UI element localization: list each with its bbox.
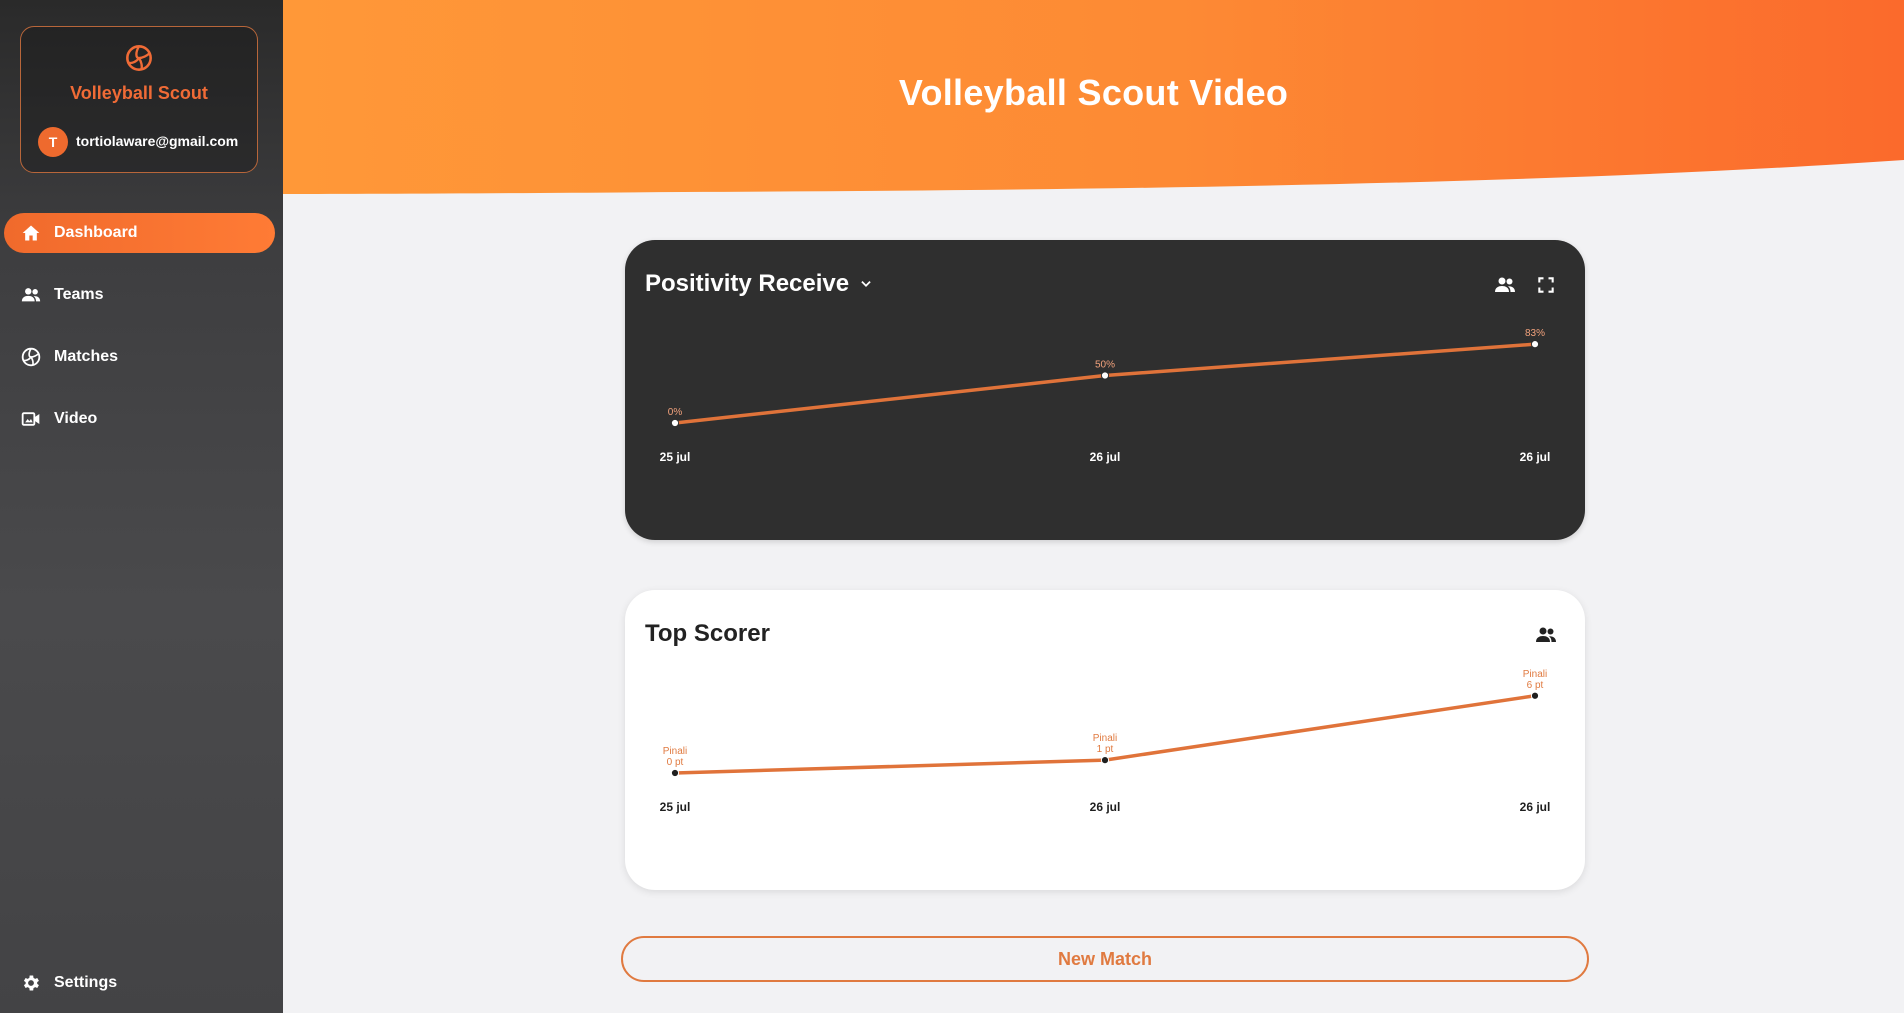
data-point	[1530, 691, 1540, 700]
data-point	[1530, 340, 1540, 349]
sidebar-item-label: Dashboard	[54, 224, 138, 241]
x-tick-label: 26 jul	[1520, 800, 1551, 814]
sidebar-item-label: Matches	[54, 348, 119, 365]
sidebar-item-settings[interactable]: Settings	[4, 963, 275, 1003]
people-icon	[20, 284, 42, 306]
data-label: 83%	[1525, 328, 1545, 339]
user-email: tortiolaware@gmail.com	[76, 133, 239, 149]
x-tick-label: 26 jul	[1520, 450, 1551, 464]
page-title: Volleyball Scout Video	[898, 72, 1289, 113]
sidebar-item-dashboard[interactable]: Dashboard	[4, 213, 275, 253]
data-point	[1100, 756, 1110, 765]
positivity-receive-chart: 0% 25 jul 50% 26 jul 83% 26 jul	[660, 328, 1551, 464]
gear-icon	[20, 972, 42, 994]
data-label: 0%	[668, 407, 683, 418]
sidebar: Volleyball Scout T tortiolaware@gmail.co…	[0, 0, 283, 1013]
new-match-button[interactable]: New Match	[621, 936, 1589, 982]
top-scorer-card: Top Scorer Pinali 0 pt 25 jul Pinali 1 pt 26 …	[625, 590, 1585, 890]
sidebar-item-teams[interactable]: Teams	[4, 275, 275, 315]
series-line	[673, 342, 1537, 425]
sidebar-item-matches[interactable]: Matches	[4, 337, 275, 377]
data-point	[670, 768, 680, 778]
home-icon	[20, 222, 42, 244]
profile-card: Volleyball Scout T tortiolaware@gmail.co…	[20, 26, 258, 173]
volleyball-icon	[126, 45, 152, 71]
x-tick-label: 26 jul	[1090, 450, 1121, 464]
settings-label: Settings	[54, 974, 118, 991]
x-tick-label: 25 jul	[660, 800, 691, 814]
top-scorer-chart: Pinali 0 pt 25 jul Pinali 1 pt 26 jul Pinali 6 …	[660, 669, 1551, 814]
sidebar-item-label: Video	[54, 410, 98, 427]
data-label: 50%	[1095, 360, 1115, 371]
sidebar-item-video[interactable]: Video	[4, 399, 275, 439]
x-tick-label: 25 jul	[660, 450, 691, 464]
volleyball-icon	[20, 346, 42, 368]
data-point	[670, 418, 680, 428]
video-camera-icon	[20, 408, 42, 430]
data-label: Pinali 6 pt	[1523, 669, 1547, 691]
avatar[interactable]: T	[38, 127, 68, 157]
brand-name: Volleyball Scout	[70, 83, 208, 103]
data-label: Pinali 1 pt	[1093, 733, 1117, 755]
data-point	[1100, 371, 1110, 380]
sidebar-item-label: Teams	[54, 286, 104, 303]
data-label: Pinali 0 pt	[663, 746, 687, 768]
positivity-receive-card: Positivity Receive 0% 25 jul 50% 26 jul 83% 2…	[625, 240, 1585, 540]
x-tick-label: 26 jul	[1090, 800, 1121, 814]
